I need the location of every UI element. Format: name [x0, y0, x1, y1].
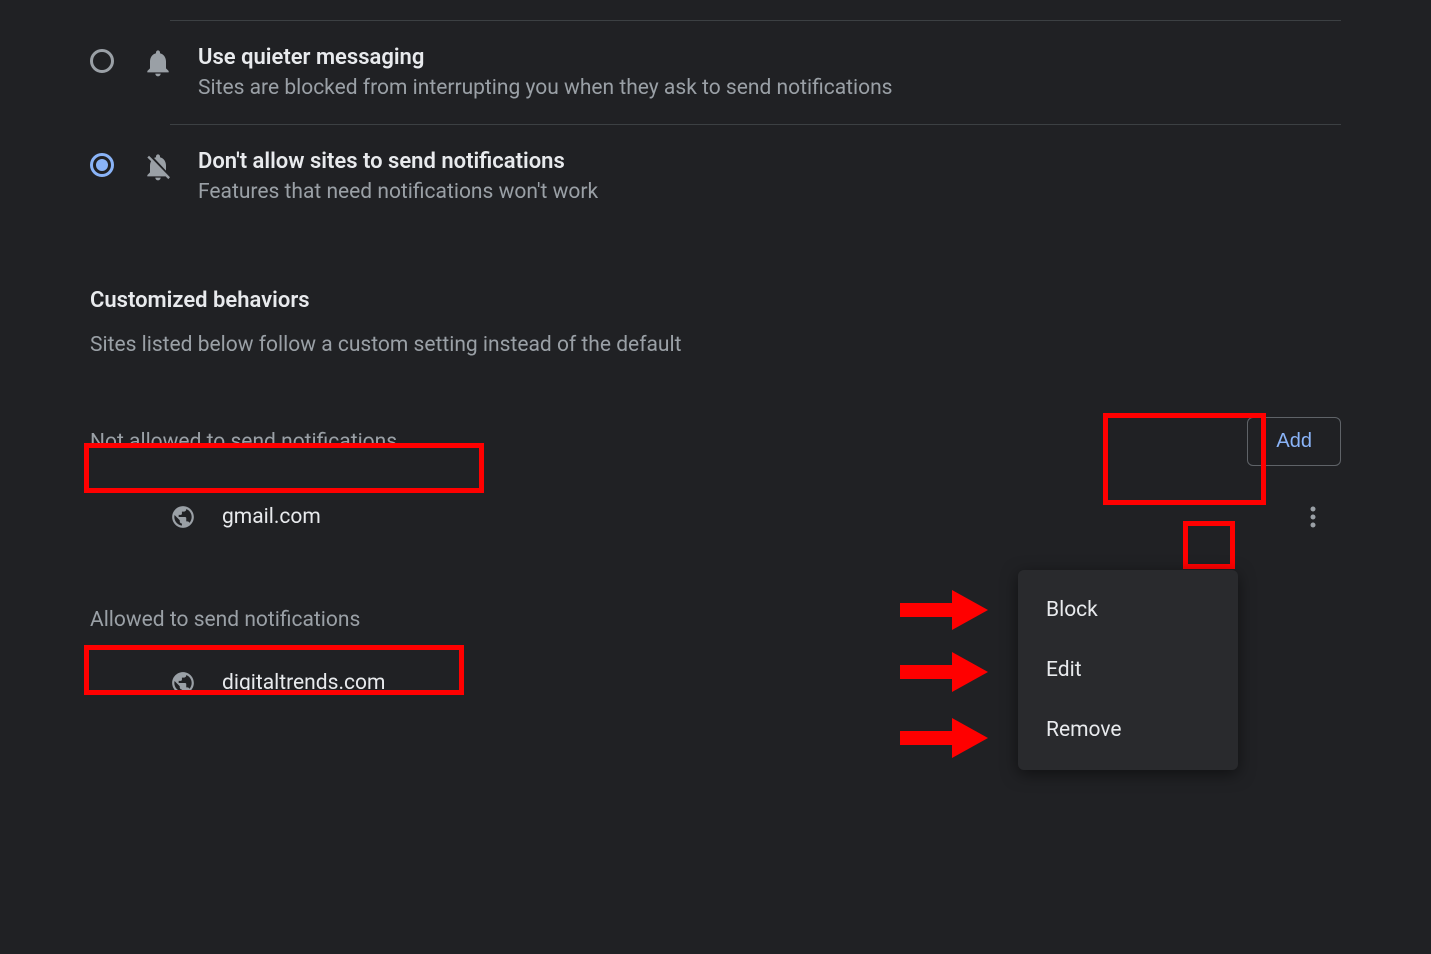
site-actions-menu: Block Edit Remove [1018, 570, 1238, 770]
allowed-label: Allowed to send notifications [90, 608, 360, 632]
arrow-annotation [900, 590, 988, 630]
not-allowed-header: Not allowed to send notifications Add [90, 417, 1341, 466]
option-desc: Sites are blocked from interrupting you … [198, 76, 893, 100]
menu-edit[interactable]: Edit [1018, 640, 1238, 700]
option-title: Use quieter messaging [198, 45, 893, 70]
customized-desc: Sites listed below follow a custom setti… [90, 333, 1341, 357]
bell-icon [142, 47, 174, 79]
site-name: gmail.com [222, 505, 1341, 529]
menu-block[interactable]: Block [1018, 580, 1238, 640]
bell-off-icon [142, 151, 174, 183]
radio-selected-icon[interactable] [90, 153, 114, 177]
arrow-annotation [900, 652, 988, 692]
customized-heading: Customized behaviors [90, 288, 1341, 313]
globe-icon [170, 670, 196, 696]
arrow-annotation [900, 718, 988, 758]
option-quieter-messaging[interactable]: Use quieter messaging Sites are blocked … [90, 21, 1341, 124]
not-allowed-label: Not allowed to send notifications [90, 430, 397, 454]
add-not-allowed-button[interactable]: Add [1247, 417, 1341, 466]
option-title: Don't allow sites to send notifications [198, 149, 598, 174]
option-dont-allow[interactable]: Don't allow sites to send notifications … [90, 125, 1341, 228]
menu-remove[interactable]: Remove [1018, 700, 1238, 760]
option-desc: Features that need notifications won't w… [198, 180, 598, 204]
site-row-gmail: gmail.com [90, 486, 1341, 548]
globe-icon [170, 504, 196, 530]
more-actions-button[interactable] [1295, 499, 1331, 535]
radio-unselected-icon[interactable] [90, 49, 114, 73]
